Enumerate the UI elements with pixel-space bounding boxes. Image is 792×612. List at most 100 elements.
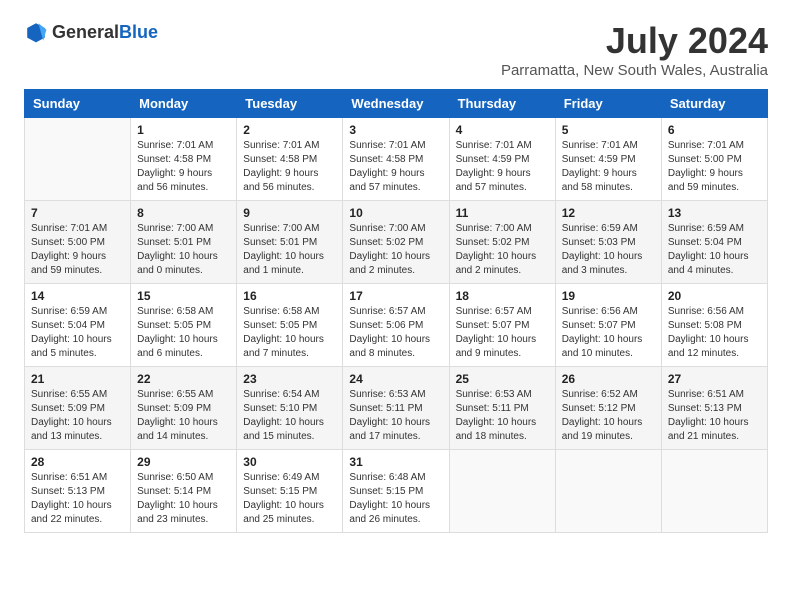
day-info: Sunrise: 6:59 AM Sunset: 5:04 PM Dayligh… (668, 222, 761, 278)
day-number: 30 (243, 455, 336, 469)
day-info: Sunrise: 6:55 AM Sunset: 5:09 PM Dayligh… (137, 388, 230, 444)
day-number: 16 (243, 289, 336, 303)
day-info: Sunrise: 7:00 AM Sunset: 5:01 PM Dayligh… (137, 222, 230, 278)
day-info: Sunrise: 6:51 AM Sunset: 5:13 PM Dayligh… (668, 388, 761, 444)
day-info: Sunrise: 7:00 AM Sunset: 5:02 PM Dayligh… (349, 222, 442, 278)
calendar-cell: 4 Sunrise: 7:01 AM Sunset: 4:59 PM Daylig… (449, 118, 555, 201)
calendar-cell: 17Sunrise: 6:57 AM Sunset: 5:06 PM Dayli… (343, 284, 449, 367)
day-number: 10 (349, 206, 442, 220)
calendar-cell: 28 Sunrise: 6:51 AM Sunset: 5:13 PM Dayli… (25, 450, 131, 533)
weekday-header-friday: Friday (555, 90, 661, 118)
day-number: 31 (349, 455, 442, 469)
weekday-header-sunday: Sunday (25, 90, 131, 118)
day-info: Sunrise: 6:59 AM Sunset: 5:04 PM Dayligh… (31, 305, 124, 361)
day-number: 8 (137, 206, 230, 220)
day-number: 5 (562, 123, 655, 137)
day-info: Sunrise: 7:01 AM Sunset: 4:59 PM Dayligh… (456, 139, 549, 195)
title-area: July 2024 Parramatta, New South Wales, A… (501, 20, 768, 79)
day-info: Sunrise: 7:01 AM Sunset: 4:58 PM Dayligh… (243, 139, 336, 195)
day-info: Sunrise: 6:56 AM Sunset: 5:07 PM Dayligh… (562, 305, 655, 361)
logo-blue: Blue (119, 22, 158, 42)
calendar-cell: 22 Sunrise: 6:55 AM Sunset: 5:09 PM Dayli… (131, 367, 237, 450)
day-number: 2 (243, 123, 336, 137)
calendar-cell: 16 Sunrise: 6:58 AM Sunset: 5:05 PM Dayli… (237, 284, 343, 367)
calendar-cell: 24 Sunrise: 6:53 AM Sunset: 5:11 PM Dayli… (343, 367, 449, 450)
day-number: 18 (456, 289, 549, 303)
day-number: 20 (668, 289, 761, 303)
day-info: Sunrise: 6:50 AM Sunset: 5:14 PM Dayligh… (137, 471, 230, 527)
day-info: Sunrise: 6:59 AM Sunset: 5:03 PM Dayligh… (562, 222, 655, 278)
calendar-cell: 8 Sunrise: 7:00 AM Sunset: 5:01 PM Daylig… (131, 201, 237, 284)
day-number: 29 (137, 455, 230, 469)
calendar-cell: 25Sunrise: 6:53 AM Sunset: 5:11 PM Dayli… (449, 367, 555, 450)
calendar-cell: 30 Sunrise: 6:49 AM Sunset: 5:15 PM Dayli… (237, 450, 343, 533)
weekday-header-monday: Monday (131, 90, 237, 118)
logo-general: General (52, 22, 119, 42)
calendar-cell: 10 Sunrise: 7:00 AM Sunset: 5:02 PM Dayli… (343, 201, 449, 284)
day-number: 17 (349, 289, 442, 303)
day-number: 11 (456, 206, 549, 220)
calendar-cell: 2 Sunrise: 7:01 AM Sunset: 4:58 PM Daylig… (237, 118, 343, 201)
calendar-cell: 31 Sunrise: 6:48 AM Sunset: 5:15 PM Dayli… (343, 450, 449, 533)
calendar-cell: 27 Sunrise: 6:51 AM Sunset: 5:13 PM Dayli… (661, 367, 767, 450)
calendar-cell: 5 Sunrise: 7:01 AM Sunset: 4:59 PM Daylig… (555, 118, 661, 201)
day-number: 1 (137, 123, 230, 137)
day-number: 26 (562, 372, 655, 386)
day-number: 21 (31, 372, 124, 386)
logo: GeneralBlue (24, 20, 158, 44)
day-info: Sunrise: 6:49 AM Sunset: 5:15 PM Dayligh… (243, 471, 336, 527)
calendar-cell: 3 Sunrise: 7:01 AM Sunset: 4:58 PM Daylig… (343, 118, 449, 201)
day-number: 3 (349, 123, 442, 137)
calendar-cell: 19Sunrise: 6:56 AM Sunset: 5:07 PM Dayli… (555, 284, 661, 367)
day-info: Sunrise: 7:00 AM Sunset: 5:02 PM Dayligh… (456, 222, 549, 278)
calendar-cell: 11 Sunrise: 7:00 AM Sunset: 5:02 PM Dayli… (449, 201, 555, 284)
calendar-cell: 6Sunrise: 7:01 AM Sunset: 5:00 PM Daylig… (661, 118, 767, 201)
calendar-cell: 15Sunrise: 6:58 AM Sunset: 5:05 PM Dayli… (131, 284, 237, 367)
day-info: Sunrise: 7:01 AM Sunset: 4:58 PM Dayligh… (349, 139, 442, 195)
day-info: Sunrise: 6:51 AM Sunset: 5:13 PM Dayligh… (31, 471, 124, 527)
calendar-cell: 26 Sunrise: 6:52 AM Sunset: 5:12 PM Dayli… (555, 367, 661, 450)
day-number: 13 (668, 206, 761, 220)
day-info: Sunrise: 7:01 AM Sunset: 5:00 PM Dayligh… (31, 222, 124, 278)
day-info: Sunrise: 6:57 AM Sunset: 5:07 PM Dayligh… (456, 305, 549, 361)
calendar-week-row: 28 Sunrise: 6:51 AM Sunset: 5:13 PM Dayli… (25, 450, 768, 533)
day-number: 23 (243, 372, 336, 386)
calendar-cell: 14Sunrise: 6:59 AM Sunset: 5:04 PM Dayli… (25, 284, 131, 367)
calendar-cell: 23Sunrise: 6:54 AM Sunset: 5:10 PM Dayli… (237, 367, 343, 450)
calendar-cell: 13 Sunrise: 6:59 AM Sunset: 5:04 PM Dayli… (661, 201, 767, 284)
calendar-week-row: 1 Sunrise: 7:01 AM Sunset: 4:58 PM Daylig… (25, 118, 768, 201)
day-info: Sunrise: 6:53 AM Sunset: 5:11 PM Dayligh… (349, 388, 442, 444)
calendar-cell: 7 Sunrise: 7:01 AM Sunset: 5:00 PM Daylig… (25, 201, 131, 284)
day-number: 12 (562, 206, 655, 220)
day-number: 9 (243, 206, 336, 220)
calendar-week-row: 21 Sunrise: 6:55 AM Sunset: 5:09 PM Dayli… (25, 367, 768, 450)
day-info: Sunrise: 7:01 AM Sunset: 5:00 PM Dayligh… (668, 139, 761, 195)
day-number: 4 (456, 123, 549, 137)
day-info: Sunrise: 7:00 AM Sunset: 5:01 PM Dayligh… (243, 222, 336, 278)
day-number: 7 (31, 206, 124, 220)
day-info: Sunrise: 7:01 AM Sunset: 4:58 PM Dayligh… (137, 139, 230, 195)
calendar-table: SundayMondayTuesdayWednesdayThursdayFrid… (24, 89, 768, 533)
day-info: Sunrise: 6:52 AM Sunset: 5:12 PM Dayligh… (562, 388, 655, 444)
day-info: Sunrise: 6:53 AM Sunset: 5:11 PM Dayligh… (456, 388, 549, 444)
day-number: 24 (349, 372, 442, 386)
calendar-cell: 1 Sunrise: 7:01 AM Sunset: 4:58 PM Daylig… (131, 118, 237, 201)
day-info: Sunrise: 6:58 AM Sunset: 5:05 PM Dayligh… (243, 305, 336, 361)
weekday-header-row: SundayMondayTuesdayWednesdayThursdayFrid… (25, 90, 768, 118)
calendar-week-row: 7 Sunrise: 7:01 AM Sunset: 5:00 PM Daylig… (25, 201, 768, 284)
calendar-cell: 18 Sunrise: 6:57 AM Sunset: 5:07 PM Dayli… (449, 284, 555, 367)
calendar-cell (555, 450, 661, 533)
calendar-cell (449, 450, 555, 533)
weekday-header-tuesday: Tuesday (237, 90, 343, 118)
day-number: 22 (137, 372, 230, 386)
day-info: Sunrise: 6:48 AM Sunset: 5:15 PM Dayligh… (349, 471, 442, 527)
header: GeneralBlue July 2024 Parramatta, New So… (24, 20, 768, 79)
day-number: 28 (31, 455, 124, 469)
day-info: Sunrise: 7:01 AM Sunset: 4:59 PM Dayligh… (562, 139, 655, 195)
calendar-cell: 20 Sunrise: 6:56 AM Sunset: 5:08 PM Dayli… (661, 284, 767, 367)
calendar-cell: 12 Sunrise: 6:59 AM Sunset: 5:03 PM Dayli… (555, 201, 661, 284)
day-info: Sunrise: 6:56 AM Sunset: 5:08 PM Dayligh… (668, 305, 761, 361)
calendar-cell (25, 118, 131, 201)
calendar-cell: 29 Sunrise: 6:50 AM Sunset: 5:14 PM Dayli… (131, 450, 237, 533)
day-number: 27 (668, 372, 761, 386)
